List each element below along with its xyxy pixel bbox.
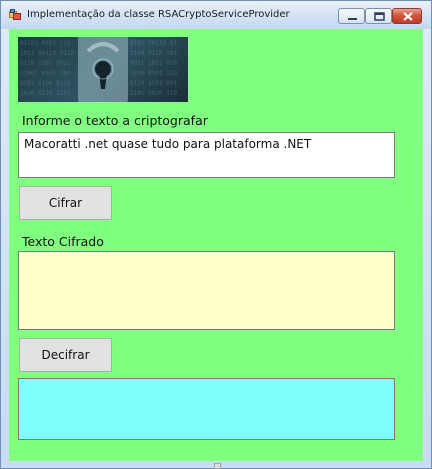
maximize-icon [374,12,385,21]
svg-text:0011 1011 010: 0011 1011 010 [130,60,177,67]
app-icon [9,9,21,20]
form-client-area: 01101 0101 110 1011 00110 0110 0110 1101… [9,29,423,461]
svg-text:1010 0101 110: 1010 0101 110 [130,70,177,77]
svg-text:1010 0110 1101: 1010 0110 1101 [20,90,71,97]
svg-text:11001 0101 101: 11001 0101 101 [20,70,71,77]
encrypted-text-label: Texto Cifrado [22,234,104,249]
padlock-banner-image: 01101 0101 110 1011 00110 0110 0110 1101… [18,37,188,102]
minimize-icon [348,18,357,20]
input-text-label: Informe o texto a criptografar [22,113,208,128]
title-bar[interactable]: Implementação da classe RSACryptoService… [1,1,431,29]
svg-text:0101 10110 01: 0101 10110 01 [130,40,177,47]
main-window: Implementação da classe RSACryptoService… [0,0,432,469]
svg-text:0101 1100 0110: 0101 1100 0110 [20,80,71,87]
svg-text:0110 1101 0011: 0110 1101 0011 [20,60,71,67]
maximize-button[interactable] [365,8,392,24]
minimize-button[interactable] [338,8,365,24]
resize-grip[interactable] [214,463,221,469]
encrypt-button[interactable]: Cifrar [19,186,112,220]
svg-text:1011 00110 0110: 1011 00110 0110 [20,50,75,57]
plain-text-input[interactable] [18,132,395,178]
svg-text:01101 0101 110: 01101 0101 110 [20,40,71,47]
window-title: Implementação da classe RSACryptoService… [27,9,290,20]
svg-text:1100 0110 101: 1100 0110 101 [130,50,177,57]
decrypted-text-output[interactable] [18,378,395,440]
close-button[interactable] [392,8,422,24]
padlock-keyhole-icon: 01101 0101 110 1011 00110 0110 0110 1101… [20,37,177,102]
decrypt-button[interactable]: Decifrar [19,338,112,372]
svg-text:0110 1101 001: 0110 1101 001 [130,80,177,87]
svg-text:1101 0010 110: 1101 0010 110 [130,90,177,97]
encrypted-text-output[interactable] [18,251,395,330]
close-icon [403,12,413,21]
